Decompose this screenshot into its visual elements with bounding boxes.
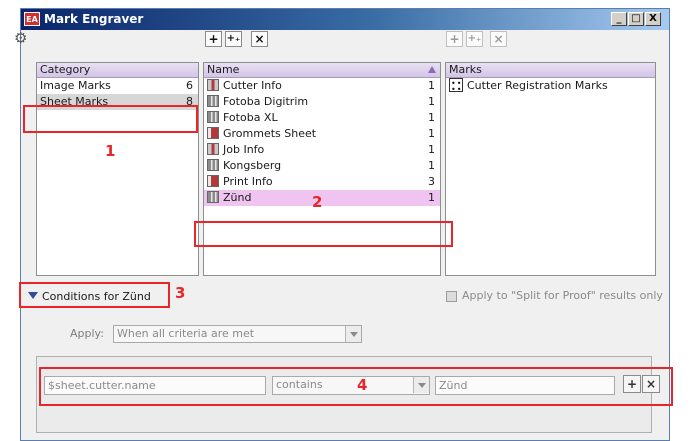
name-header[interactable]: Name [204,63,440,78]
split-for-proof-label: Apply to "Split for Proof" results only [462,289,663,302]
apply-label: Apply: [70,327,104,340]
mark-count: 1 [428,159,435,172]
list-item[interactable]: Fotoba XL 1 [204,110,440,126]
mark-count: 1 [428,127,435,140]
mark-label: Cutter Registration Marks [467,79,608,92]
name-header-label: Name [207,63,240,76]
mark-icon [207,79,219,91]
category-label: Image Marks [40,79,111,92]
mark-icon [207,159,219,171]
category-item-image-marks[interactable]: Image Marks 6 [37,78,198,94]
category-panel: Category Image Marks 6 Sheet Marks 8 [36,62,199,276]
category-count: 6 [186,79,193,92]
list-item[interactable]: Cutter Registration Marks [446,76,655,98]
minimize-button[interactable]: _ [611,12,627,26]
annotation-box-4 [39,367,673,406]
dropdown-arrow-icon [345,326,361,342]
close-button[interactable]: X [645,12,661,26]
mark-icon [207,175,219,187]
annotation-number-1: 1 [105,142,116,160]
mark-name: Fotoba XL [223,111,278,124]
mark-icon [207,111,219,123]
mark-count: 1 [428,143,435,156]
list-item[interactable]: Grommets Sheet 1 [204,126,440,142]
list-item[interactable]: Kongsberg 1 [204,158,440,174]
add-mark-button[interactable]: + [446,31,463,47]
mark-name: Zünd [223,191,252,204]
annotation-box-2 [194,221,453,247]
mark-count: 3 [428,175,435,188]
add-multiple-marks-button[interactable]: +₊ [466,31,483,47]
annotation-box-1 [23,105,198,133]
list-item[interactable]: Job Info 1 [204,142,440,158]
mark-name: Fotoba Digitrim [223,95,309,108]
list-item[interactable]: Cutter Info 1 [204,78,440,94]
mark-count: 1 [428,79,435,92]
mark-name: Job Info [223,143,265,156]
mark-icon [207,95,219,107]
apply-select[interactable]: When all criteria are met [113,325,362,343]
delete-name-button[interactable]: × [251,31,268,47]
marks-header[interactable]: Marks [446,63,655,78]
mark-name: Kongsberg [223,159,282,172]
apply-select-value: When all criteria are met [117,327,255,340]
list-item[interactable]: Fotoba Digitrim 1 [204,94,440,110]
annotation-number-4: 4 [357,376,368,394]
mark-icon [207,143,219,155]
annotation-number-2: 2 [312,193,323,211]
mark-name: Grommets Sheet [223,127,317,140]
mark-name: Cutter Info [223,79,282,92]
category-header[interactable]: Category [37,63,198,78]
list-item[interactable]: Print Info 3 [204,174,440,190]
maximize-button[interactable]: □ [628,12,644,26]
add-multiple-names-button[interactable]: +₊ [225,31,242,47]
add-name-button[interactable]: + [205,31,222,47]
marks-panel: Marks Cutter Registration Marks [445,62,656,276]
sort-ascending-icon [428,66,436,73]
mark-count: 1 [428,95,435,108]
delete-mark-button[interactable]: × [490,31,507,47]
mark-icon [207,127,219,139]
app-logo-icon: EA [24,12,40,26]
gear-icon[interactable]: ⚙ [14,29,34,47]
mark-name: Print Info [223,175,273,188]
annotation-number-3: 3 [175,284,186,302]
mark-count: 1 [428,191,435,204]
title-bar[interactable]: EA Mark Engraver _ □ X [21,9,669,30]
registration-mark-icon [449,76,463,98]
split-for-proof-checkbox[interactable] [446,291,457,302]
annotation-box-3 [19,282,170,308]
window-title: Mark Engraver [44,12,144,26]
mark-icon [207,191,219,203]
mark-count: 1 [428,111,435,124]
